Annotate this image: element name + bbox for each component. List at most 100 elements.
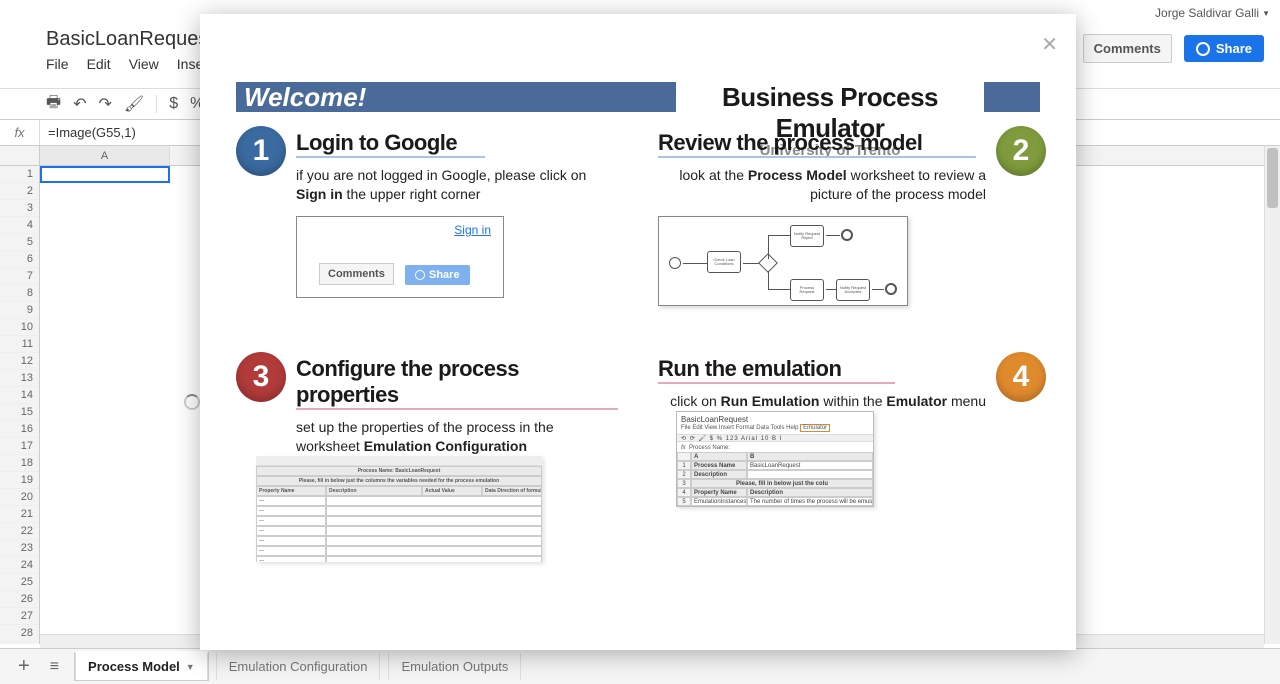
row-header[interactable]: 26 bbox=[0, 591, 39, 608]
t: the upper right corner bbox=[343, 186, 481, 202]
t: 3 bbox=[677, 479, 691, 488]
t bbox=[326, 556, 542, 562]
row-header[interactable]: 22 bbox=[0, 523, 39, 540]
row-header[interactable]: 11 bbox=[0, 336, 39, 353]
t: Emulator bbox=[886, 393, 947, 409]
t: Sign in bbox=[296, 186, 343, 202]
row-header[interactable]: 20 bbox=[0, 489, 39, 506]
emulator-menu-highlight: Emulator bbox=[800, 424, 830, 432]
row-header[interactable]: 1 bbox=[0, 166, 39, 183]
document-title[interactable]: BasicLoanReques bbox=[46, 28, 208, 51]
row-header[interactable]: 4 bbox=[0, 217, 39, 234]
share-button-label: Share bbox=[1216, 41, 1252, 56]
row-header[interactable]: 13 bbox=[0, 370, 39, 387]
row-header[interactable]: 24 bbox=[0, 557, 39, 574]
row-header[interactable]: 16 bbox=[0, 421, 39, 438]
t: look at the bbox=[679, 167, 748, 183]
step-2: 2 Review the process model look at the P… bbox=[658, 130, 1040, 306]
row-header[interactable]: 2 bbox=[0, 183, 39, 200]
t: — bbox=[256, 526, 326, 536]
paint-format-icon[interactable]: 🖌 bbox=[124, 94, 144, 114]
t bbox=[747, 470, 873, 479]
scroll-thumb[interactable] bbox=[1267, 148, 1278, 208]
mini-menubar: File Edit View Insert Format Data Tools … bbox=[677, 424, 873, 432]
row-header[interactable]: 27 bbox=[0, 608, 39, 625]
t: 2 bbox=[677, 470, 691, 479]
bpmn-task: Notify Request Reject bbox=[790, 225, 824, 247]
row-header[interactable]: 12 bbox=[0, 353, 39, 370]
t: — bbox=[256, 516, 326, 526]
row-header[interactable]: 6 bbox=[0, 251, 39, 268]
share-button[interactable]: Share bbox=[1184, 35, 1264, 62]
row-header[interactable]: 3 bbox=[0, 200, 39, 217]
row-header[interactable]: 15 bbox=[0, 404, 39, 421]
menu-edit[interactable]: Edit bbox=[87, 56, 111, 72]
bpmn-edge bbox=[826, 235, 840, 236]
row-header[interactable]: 18 bbox=[0, 455, 39, 472]
print-icon[interactable]: 🖶 bbox=[46, 91, 61, 118]
step-2-bpmn-diagram: Check Loan Conditions Notify Request Rej… bbox=[658, 216, 908, 306]
active-cell bbox=[40, 166, 170, 183]
bpmn-edge bbox=[826, 289, 836, 290]
step-4-title: Run the emulation bbox=[658, 356, 895, 384]
sheet-tab-emulation-outputs[interactable]: Emulation Outputs bbox=[388, 653, 521, 680]
t: fx bbox=[681, 445, 686, 451]
t: 1 bbox=[677, 461, 691, 470]
row-header[interactable]: 8 bbox=[0, 285, 39, 302]
caret-down-icon: ▼ bbox=[1262, 9, 1270, 18]
t: Data Direction of formula bbox=[482, 486, 542, 496]
row-header[interactable]: 5 bbox=[0, 234, 39, 251]
all-sheets-button[interactable]: ≡ bbox=[42, 658, 67, 676]
select-all-corner[interactable] bbox=[0, 146, 40, 166]
mini-doc-title: BasicLoanRequest bbox=[677, 412, 873, 424]
welcome-heading: Welcome! bbox=[236, 82, 676, 112]
row-header[interactable]: 28 bbox=[0, 625, 39, 642]
row-header[interactable]: 23 bbox=[0, 540, 39, 557]
step-4-text: click on Run Emulation within the Emulat… bbox=[658, 392, 1040, 411]
t: Emulation Configuration bbox=[364, 438, 527, 454]
step-4-illustration: BasicLoanRequest File Edit View Insert F… bbox=[676, 411, 874, 507]
bpmn-edge bbox=[768, 235, 769, 259]
row-header[interactable]: 21 bbox=[0, 506, 39, 523]
t: Actual Value bbox=[422, 486, 482, 496]
row-header[interactable]: 14 bbox=[0, 387, 39, 404]
loading-spinner-icon bbox=[184, 394, 200, 410]
row-header[interactable]: 9 bbox=[0, 302, 39, 319]
row-header[interactable]: 17 bbox=[0, 438, 39, 455]
vertical-scrollbar[interactable] bbox=[1264, 146, 1280, 644]
row-header[interactable]: 25 bbox=[0, 574, 39, 591]
sheet-tab-process-model[interactable]: Process Model ▼ bbox=[75, 653, 208, 680]
redo-icon[interactable]: ↷ bbox=[99, 94, 112, 114]
t bbox=[326, 496, 542, 506]
row-header[interactable]: 10 bbox=[0, 319, 39, 336]
user-menu[interactable]: Jorge Saldivar Galli ▼ bbox=[1155, 6, 1270, 20]
row-header[interactable]: 19 bbox=[0, 472, 39, 489]
fx-label: fx bbox=[0, 120, 40, 145]
sheet-bar: + ≡ Process Model ▼ Emulation Configurat… bbox=[0, 648, 1280, 684]
step-3-title: Configure the process properties bbox=[296, 356, 618, 410]
step-number-3: 3 bbox=[236, 352, 286, 402]
t: Description bbox=[747, 488, 873, 497]
mini-toolbar bbox=[256, 456, 542, 466]
currency-icon[interactable]: $ bbox=[169, 95, 178, 113]
t: A bbox=[691, 452, 747, 461]
t: Description bbox=[326, 486, 422, 496]
menu-view[interactable]: View bbox=[129, 56, 159, 72]
t: B bbox=[747, 452, 873, 461]
menu-file[interactable]: File bbox=[46, 56, 69, 72]
add-sheet-button[interactable]: + bbox=[10, 655, 38, 678]
step-1-illustration: Sign in Comments Share bbox=[296, 216, 504, 298]
comments-button[interactable]: Comments bbox=[1083, 34, 1172, 63]
sheet-tab-emulation-config[interactable]: Emulation Configuration bbox=[216, 653, 381, 680]
t: Share bbox=[429, 269, 460, 281]
t: Description bbox=[691, 470, 747, 479]
comments-mini: Comments bbox=[319, 263, 394, 285]
column-header-A[interactable]: A bbox=[40, 146, 170, 165]
bpmn-edge bbox=[683, 263, 707, 264]
undo-icon[interactable]: ↶ bbox=[73, 94, 86, 114]
t: Process Name bbox=[691, 461, 747, 470]
t: — bbox=[256, 546, 326, 556]
row-header[interactable]: 7 bbox=[0, 268, 39, 285]
bpmn-end-icon bbox=[841, 229, 853, 241]
close-icon[interactable]: ✕ bbox=[1041, 32, 1058, 57]
